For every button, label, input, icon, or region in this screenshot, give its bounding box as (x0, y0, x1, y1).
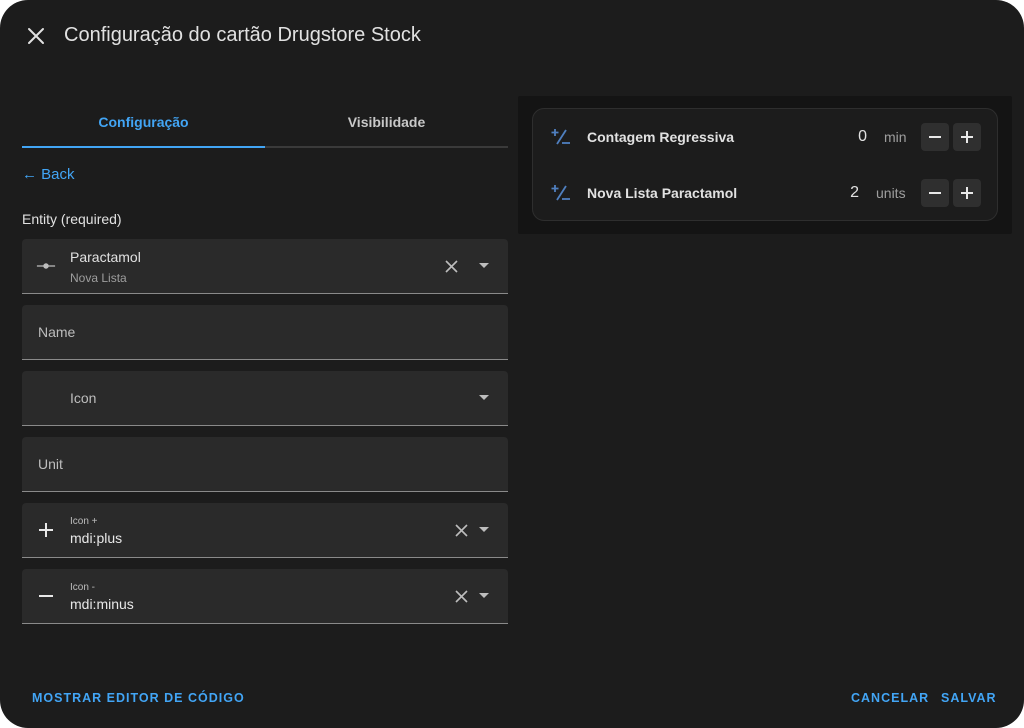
icon-minus-dropdown-button[interactable] (478, 590, 490, 602)
show-code-editor-button[interactable]: MOSTRAR EDITOR DE CÓDIGO (32, 691, 245, 705)
row-value: 0 (858, 128, 867, 145)
plus-icon (961, 187, 973, 199)
entity-icon (36, 256, 56, 276)
cancel-button[interactable]: CANCELAR (851, 691, 929, 705)
back-link[interactable]: ← Back (22, 166, 75, 183)
icon-picker[interactable]: Icon (22, 371, 508, 426)
close-icon (454, 523, 468, 537)
row-unit: units (876, 185, 906, 201)
stock-row: Nova Lista Paractamol 2 units (533, 173, 999, 213)
chevron-down-icon (479, 395, 489, 400)
icon-placeholder: Icon (70, 390, 97, 406)
decrement-button[interactable] (921, 123, 949, 151)
chevron-down-icon (479, 263, 489, 268)
dialog-title: Configuração do cartão Drugstore Stock (64, 24, 421, 46)
name-field[interactable]: Name (22, 305, 508, 360)
icon-minus-picker[interactable]: Icon - mdi:minus (22, 569, 508, 624)
card-config-dialog: Configuração do cartão Drugstore Stock C… (0, 0, 1024, 728)
chevron-down-icon (479, 527, 489, 532)
icon-plus-clear-button[interactable] (452, 521, 470, 539)
minus-icon (36, 586, 56, 606)
minus-icon (929, 136, 941, 138)
increment-button[interactable] (953, 123, 981, 151)
entity-dropdown-button[interactable] (478, 260, 490, 272)
close-icon (454, 589, 468, 603)
card-preview-panel: Contagem Regressiva 0 min Nova Lista Par… (518, 96, 1012, 234)
close-button[interactable] (22, 22, 50, 50)
entity-name: Paractamol (70, 249, 141, 265)
chevron-down-icon (479, 593, 489, 598)
row-name: Nova Lista Paractamol (587, 185, 738, 201)
plus-minus-icon (551, 185, 570, 201)
icon-plus-label: Icon + (70, 516, 98, 527)
entity-picker[interactable]: Paractamol Nova Lista (22, 239, 508, 294)
tab-configuracao[interactable]: Configuração (22, 98, 265, 148)
save-button[interactable]: SALVAR (941, 691, 997, 705)
increment-button[interactable] (953, 179, 981, 207)
row-name: Contagem Regressiva (587, 129, 735, 145)
icon-dropdown-button[interactable] (478, 392, 490, 404)
minus-icon (929, 192, 941, 194)
icon-minus-value: mdi:minus (70, 596, 134, 612)
icon-plus-dropdown-button[interactable] (478, 524, 490, 536)
row-value: 2 (850, 184, 859, 201)
tab-visibilidade[interactable]: Visibilidade (265, 98, 508, 146)
drugstore-stock-card: Contagem Regressiva 0 min Nova Lista Par… (532, 108, 998, 221)
icon-plus-value: mdi:plus (70, 530, 123, 546)
close-icon (28, 28, 44, 44)
plus-icon (36, 520, 56, 540)
entity-secondary: Nova Lista (70, 271, 127, 285)
stock-row: Contagem Regressiva 0 min (533, 117, 999, 157)
decrement-button[interactable] (921, 179, 949, 207)
plus-minus-icon (551, 129, 570, 145)
entity-section-label: Entity (required) (22, 211, 122, 227)
icon-minus-clear-button[interactable] (452, 587, 470, 605)
icon-minus-label: Icon - (70, 582, 96, 593)
unit-placeholder: Unit (38, 456, 63, 472)
row-unit: min (884, 129, 907, 145)
tab-bar: Configuração Visibilidade (22, 98, 508, 148)
close-icon (444, 259, 458, 273)
entity-clear-button[interactable] (442, 257, 460, 275)
unit-field[interactable]: Unit (22, 437, 508, 492)
icon-plus-picker[interactable]: Icon + mdi:plus (22, 503, 508, 558)
plus-icon (961, 131, 973, 143)
name-placeholder: Name (38, 324, 76, 340)
